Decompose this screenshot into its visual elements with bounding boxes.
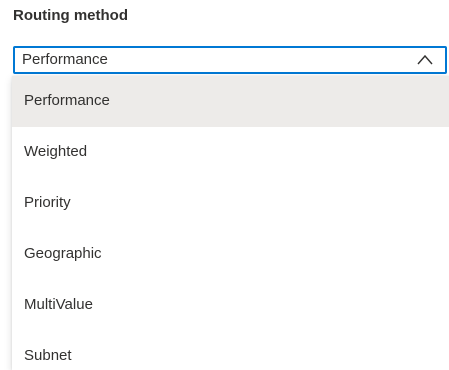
option-multivalue[interactable]: MultiValue [12, 280, 449, 331]
option-geographic[interactable]: Geographic [12, 229, 449, 280]
routing-method-selected-value: Performance [22, 51, 108, 68]
routing-method-options-list: Performance Weighted Priority Geographic… [12, 76, 449, 370]
routing-method-label: Routing method [13, 7, 128, 24]
chevron-up-icon [417, 53, 433, 67]
routing-method-dropdown[interactable]: Performance [13, 46, 447, 74]
option-subnet[interactable]: Subnet [12, 331, 449, 370]
option-weighted[interactable]: Weighted [12, 127, 449, 178]
routing-method-field: Routing method Performance Performance W… [0, 0, 449, 370]
option-priority[interactable]: Priority [12, 178, 449, 229]
option-performance[interactable]: Performance [12, 76, 449, 127]
